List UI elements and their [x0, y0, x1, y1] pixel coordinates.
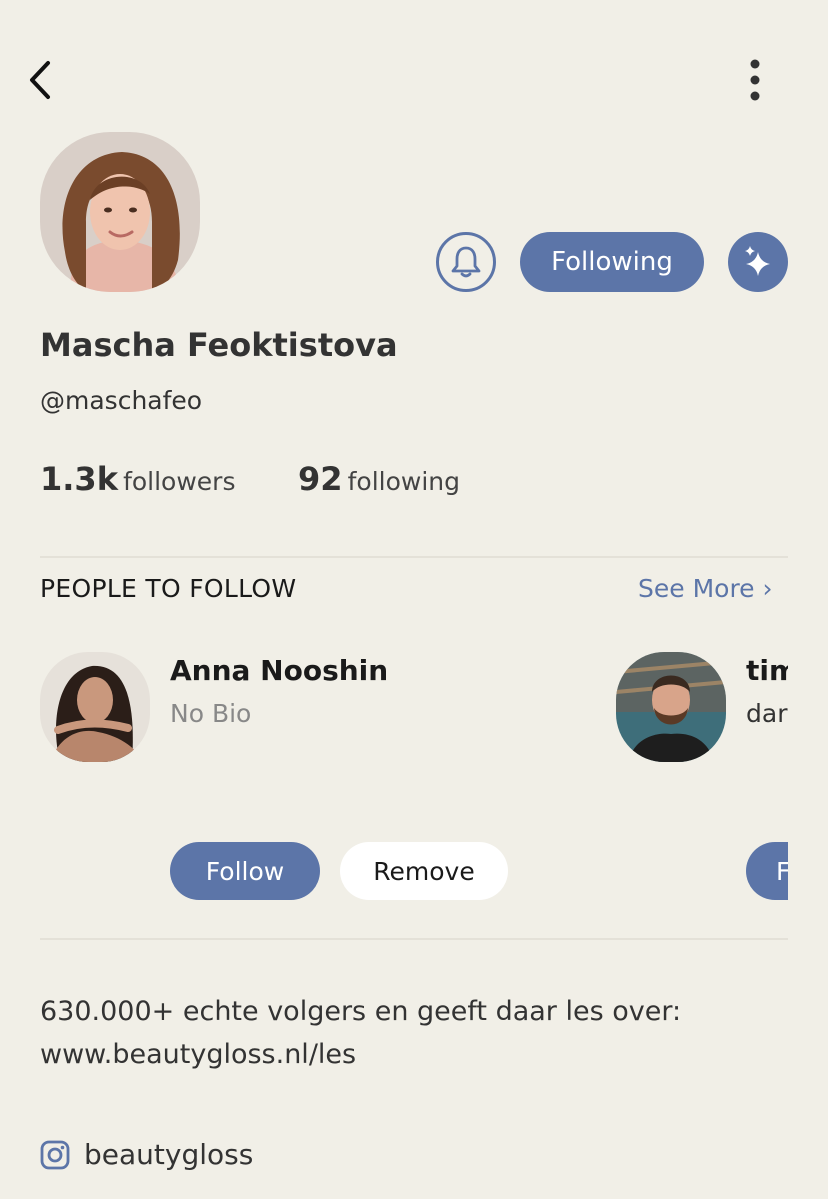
follow-button[interactable]: F [746, 842, 788, 900]
suggestion-bio: dar [746, 699, 788, 728]
follow-button[interactable]: Follow [170, 842, 320, 900]
following-stat[interactable]: 92 following [298, 460, 460, 498]
profile-name: Mascha Feoktistova [40, 326, 398, 364]
suggestion-avatar-tim[interactable] [616, 652, 726, 762]
remove-button[interactable]: Remove [340, 842, 508, 900]
back-button[interactable] [18, 56, 62, 104]
see-more-link[interactable]: See More › [638, 574, 773, 603]
profile-avatar [40, 132, 200, 292]
notifications-bell-button[interactable] [436, 232, 496, 292]
bio-link[interactable]: www.beautygloss.nl/les [40, 1033, 788, 1076]
chevron-left-icon [30, 61, 50, 99]
instagram-handle: beautygloss [84, 1138, 254, 1171]
suggestion-card-partial: tim dar F [600, 640, 788, 910]
instagram-link[interactable]: beautygloss [40, 1138, 253, 1171]
divider [40, 556, 788, 558]
profile-page: Following Mascha Feoktistova @maschafeo … [0, 0, 828, 1199]
suggestion-name[interactable]: Anna Nooshin [170, 654, 388, 687]
people-to-follow-title: PEOPLE TO FOLLOW [40, 574, 297, 603]
following-count: 92 [298, 460, 343, 498]
vertical-dots-icon [750, 59, 760, 101]
bio-line: 630.000+ echte volgers en geeft daar les… [40, 996, 682, 1027]
profile-username: @maschafeo [40, 386, 203, 415]
sparkle-icon [745, 246, 770, 276]
followers-count: 1.3k [40, 460, 118, 498]
instagram-icon [40, 1140, 70, 1169]
suggestion-bio: No Bio [170, 699, 252, 728]
suggestion-avatar-anna[interactable] [40, 652, 150, 762]
more-options-button[interactable] [733, 56, 777, 104]
followers-label: followers [123, 467, 236, 496]
followers-stat[interactable]: 1.3k followers [40, 460, 235, 498]
profile-bio: 630.000+ echte volgers en geeft daar les… [40, 990, 788, 1076]
bell-icon [451, 246, 481, 278]
divider [40, 938, 788, 940]
suggestion-name[interactable]: tim [746, 654, 788, 687]
following-button[interactable]: Following [520, 232, 704, 292]
following-label: following [347, 467, 461, 496]
sparkle-button[interactable] [728, 232, 788, 292]
